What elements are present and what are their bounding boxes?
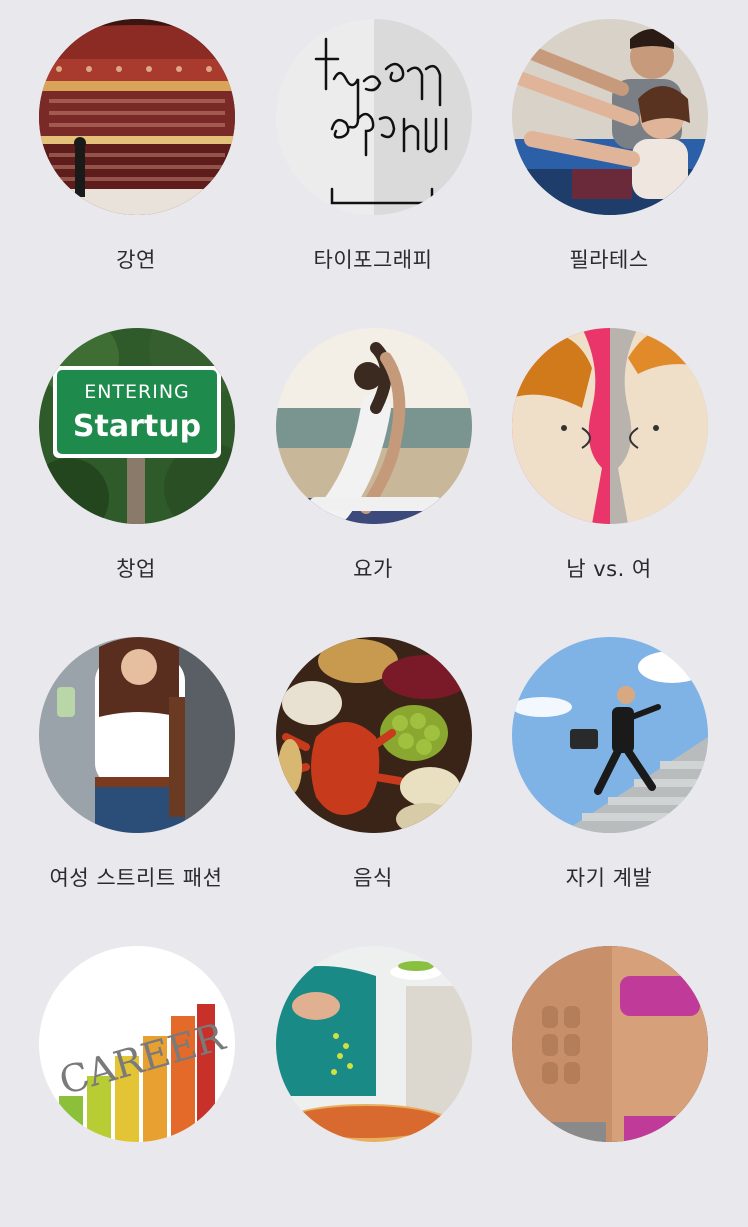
man-vs-woman-illustration: [512, 328, 708, 524]
category-tile-startup[interactable]: ENTERING Startup 창업: [18, 309, 254, 609]
pilates-photo: [512, 19, 708, 215]
category-tile-cooking[interactable]: [255, 927, 491, 1227]
startup-sign-main-text: Startup: [73, 409, 201, 444]
food-photo: [276, 637, 472, 833]
category-label: 자기 계발: [565, 866, 653, 890]
category-label: 창업: [116, 557, 156, 581]
category-tile-street-fashion[interactable]: 여성 스트리트 패션: [18, 618, 254, 918]
category-tile-self-development[interactable]: 자기 계발: [491, 618, 727, 918]
startup-sign-photo: ENTERING Startup: [39, 328, 235, 524]
yoga-photo: [276, 328, 472, 524]
fitness-photo: [512, 946, 708, 1142]
category-tile-pilates[interactable]: 필라테스: [491, 0, 727, 300]
category-label: 여성 스트리트 패션: [49, 866, 223, 890]
category-tile-yoga[interactable]: 요가: [255, 309, 491, 609]
typography-photo: [276, 19, 472, 215]
category-tile-lecture[interactable]: 강연: [18, 0, 254, 300]
street-fashion-photo: [39, 637, 235, 833]
category-tile-career[interactable]: CAREER: [18, 927, 254, 1227]
category-label: 요가: [353, 557, 393, 581]
category-label: 강연: [116, 248, 156, 272]
startup-sign-top-text: ENTERING: [84, 381, 190, 403]
category-grid: 강연 타이포그래피 필라테스 ENTERING Startup 창업 요가 남 …: [0, 0, 748, 1142]
category-tile-man-vs-woman[interactable]: 남 vs. 여: [491, 309, 727, 609]
category-tile-typography[interactable]: 타이포그래피: [255, 0, 491, 300]
self-development-photo: [512, 637, 708, 833]
lecture-hall-photo: [39, 19, 235, 215]
category-label: 음식: [353, 866, 393, 890]
cooking-photo: [276, 946, 472, 1142]
category-tile-food[interactable]: 음식: [255, 618, 491, 918]
category-label: 남 vs. 여: [566, 557, 652, 581]
category-tile-fitness[interactable]: [491, 927, 727, 1227]
career-chart-photo: CAREER: [39, 946, 235, 1142]
category-label: 타이포그래피: [313, 248, 433, 272]
category-label: 필라테스: [569, 248, 649, 272]
